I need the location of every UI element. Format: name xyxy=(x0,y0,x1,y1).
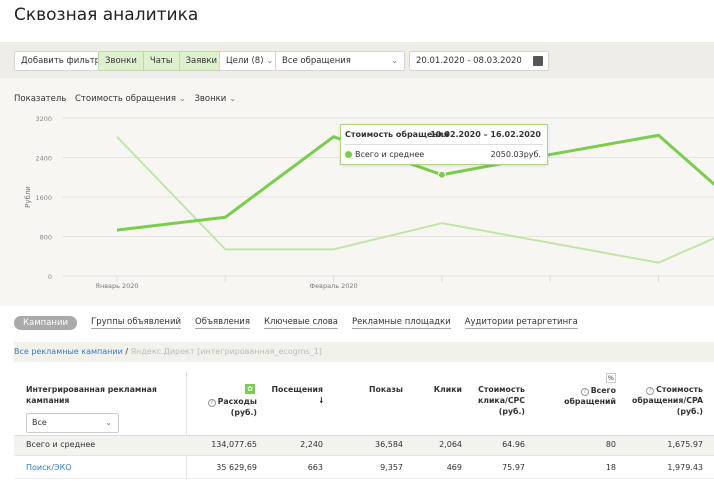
header-requests[interactable]: ?Всегообращений xyxy=(564,385,616,407)
header-spend[interactable]: ?Расходы(руб.) xyxy=(208,396,257,418)
sort-desc-icon: 🠗 xyxy=(320,396,323,405)
cell-requests: 80 xyxy=(606,440,616,449)
cell-requests: 18 xyxy=(606,463,616,472)
settings-icon[interactable]: ✿ xyxy=(245,384,255,394)
tooltip-series: Всего и среднее xyxy=(355,150,424,159)
tab-placements[interactable]: Рекламные площадки xyxy=(352,317,451,329)
report-tabs: Кампании Группы объявлений Объявления Кл… xyxy=(14,316,592,330)
row-divider xyxy=(14,478,714,479)
cell-cpc: 64.96 xyxy=(502,440,525,449)
breadcrumb-current: Яндекс.Директ [интегрированная_ecogms_1] xyxy=(131,347,322,356)
cell-spend: 134,077.65 xyxy=(211,440,257,449)
header-clicks[interactable]: Клики xyxy=(434,384,462,395)
tooltip-period: 10.02.2020 – 16.02.2020 xyxy=(430,130,541,139)
y-tick-label: 0 xyxy=(48,273,52,281)
add-filter-button[interactable]: Добавить фильтр xyxy=(14,51,107,71)
tooltip-divider xyxy=(345,144,543,145)
tab-ads[interactable]: Объявления xyxy=(195,317,250,329)
tab-retargeting[interactable]: Аудитории ретаргетинга xyxy=(465,317,578,329)
y-tick-label: 800 xyxy=(40,234,52,242)
highlighted-point xyxy=(438,171,445,178)
percent-toggle[interactable]: % xyxy=(606,373,616,383)
segment-chats[interactable]: Чаты xyxy=(144,52,180,70)
y-tick-label: 2400 xyxy=(35,155,52,163)
cell-clicks: 469 xyxy=(447,463,462,472)
segment-calls[interactable]: Звонки xyxy=(99,52,144,70)
cell-spend: 35 629,69 xyxy=(216,463,257,472)
cell-visits: 2,240 xyxy=(300,440,323,449)
tab-campaigns[interactable]: Кампании xyxy=(14,316,77,330)
indicator-label: Показатель xyxy=(14,94,66,104)
breadcrumb: Все рекламные кампании / Яндекс.Директ [… xyxy=(14,342,714,362)
cell-cpa: 1,979.43 xyxy=(667,463,703,472)
header-cpa[interactable]: ?Стоимостьобращения/CPA(руб.) xyxy=(632,384,703,417)
requests-select[interactable]: Все обращения ⌄ xyxy=(275,51,405,71)
x-tick-label: Январь 2020 xyxy=(95,282,138,290)
cell-impressions: 36,584 xyxy=(375,440,403,449)
source-label: Звонки xyxy=(194,94,226,104)
chevron-down-icon: ⌄ xyxy=(229,94,236,103)
requests-label: Все обращения xyxy=(282,56,351,66)
series-dot-icon xyxy=(345,151,352,158)
chart-tooltip: Стоимость обращения 10.02.2020 – 16.02.2… xyxy=(340,124,548,165)
y-tick-label: 3200 xyxy=(35,115,52,123)
breadcrumb-separator: / xyxy=(125,347,128,356)
indicator-row: Показатель Стоимость обращения⌄ Звонки⌄ xyxy=(14,94,236,104)
calendar-icon[interactable] xyxy=(533,56,543,66)
chevron-down-icon: ⌄ xyxy=(391,52,398,70)
header-cpc[interactable]: Стоимостьклика/CPC(руб.) xyxy=(478,384,525,417)
cell-impressions: 9,357 xyxy=(380,463,403,472)
x-tick-label: Февраль 2020 xyxy=(310,282,358,290)
cell-cpc: 75.97 xyxy=(502,463,525,472)
header-impressions[interactable]: Показы xyxy=(369,384,403,395)
date-range-value: 20.01.2020 - 08.03.2020 xyxy=(416,56,522,66)
tooltip-value: 2050.03руб. xyxy=(491,150,541,159)
chevron-down-icon: ⌄ xyxy=(267,56,274,65)
campaign-filter-select[interactable]: Все ⌄ xyxy=(26,413,119,433)
campaign-filter-value: Все xyxy=(32,418,47,427)
tab-ad-groups[interactable]: Группы объявлений xyxy=(91,317,181,329)
breadcrumb-root-link[interactable]: Все рекламные кампании xyxy=(14,347,123,356)
column-divider xyxy=(186,372,187,480)
metric-label: Стоимость обращения xyxy=(75,94,176,104)
goals-label: Цели (8) xyxy=(226,56,264,66)
header-visits[interactable]: Посещения🠗 xyxy=(271,384,323,406)
cell-clicks: 2,064 xyxy=(439,440,462,449)
chevron-down-icon: ⌄ xyxy=(179,94,186,103)
source-dropdown[interactable]: Звонки⌄ xyxy=(194,94,236,104)
help-icon[interactable]: ? xyxy=(581,388,589,396)
y-tick-label: 1600 xyxy=(35,194,52,202)
y-axis-label: Рубли xyxy=(24,186,32,208)
cell-cpa: 1,675.97 xyxy=(667,440,703,449)
name-column-header: Интегрированная рекламная кампания xyxy=(26,384,176,406)
goals-dropdown[interactable]: Цели (8)⌄ xyxy=(219,51,280,71)
metric-dropdown[interactable]: Стоимость обращения⌄ xyxy=(75,94,186,104)
row-name: Всего и среднее xyxy=(26,440,95,449)
filter-bar: Добавить фильтр Звонки Чаты Заявки Цели … xyxy=(0,42,714,78)
cell-visits: 663 xyxy=(308,463,323,472)
channel-segments: Звонки Чаты Заявки xyxy=(98,51,224,71)
campaign-link[interactable]: Поиск/ЭКО xyxy=(26,463,72,472)
help-icon[interactable]: ? xyxy=(646,387,654,395)
chevron-down-icon: ⌄ xyxy=(105,414,112,432)
date-range-input[interactable]: 20.01.2020 - 08.03.2020 xyxy=(409,51,549,71)
help-icon[interactable]: ? xyxy=(208,399,216,407)
tab-keywords[interactable]: Ключевые слова xyxy=(264,317,338,329)
page-title: Сквозная аналитика xyxy=(14,5,198,25)
segment-requests[interactable]: Заявки xyxy=(180,52,223,70)
